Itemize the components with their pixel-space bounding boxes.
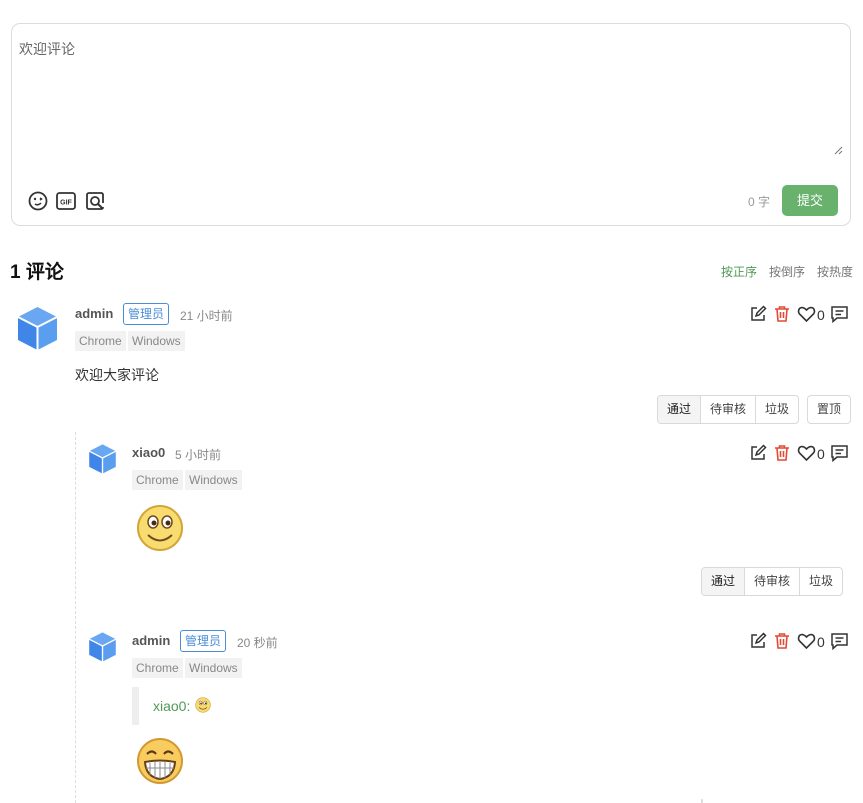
svg-text:GIF: GIF bbox=[60, 200, 72, 207]
like-icon[interactable] bbox=[797, 632, 816, 650]
like-count: 0 bbox=[817, 634, 825, 650]
comment-count-title: 1 评论 bbox=[10, 262, 64, 283]
search-image-icon[interactable] bbox=[84, 190, 106, 212]
gif-icon[interactable]: GIF bbox=[55, 190, 77, 212]
avatar bbox=[88, 632, 117, 662]
reply-icon[interactable] bbox=[830, 632, 849, 650]
comment-actions: 0 bbox=[749, 305, 849, 327]
approve-button[interactable]: 通过 bbox=[702, 568, 745, 595]
smile-emoji bbox=[195, 697, 211, 713]
edit-icon[interactable] bbox=[749, 444, 767, 462]
admin-badge: 管理员 bbox=[123, 303, 170, 325]
word-count: 0 字 bbox=[748, 195, 771, 209]
reply-author[interactable]: admin bbox=[132, 633, 170, 648]
moderation-button-group bbox=[701, 799, 703, 803]
comment-textarea[interactable]: 欢迎评论 bbox=[19, 39, 75, 59]
comment-time: 21 小时前 bbox=[180, 309, 233, 323]
quote-author[interactable]: xiao0: bbox=[153, 698, 190, 714]
avatar bbox=[88, 444, 117, 474]
admin-badge: 管理员 bbox=[180, 630, 227, 652]
sort-descending-button[interactable]: 按倒序 bbox=[769, 263, 805, 280]
browser-tag: Chrome bbox=[132, 658, 183, 678]
comment-content: 欢迎大家评论 bbox=[75, 367, 159, 383]
reply-actions: 0 bbox=[749, 444, 849, 466]
pending-button[interactable]: 待审核 bbox=[700, 396, 755, 423]
thread-line bbox=[75, 432, 76, 803]
approve-button[interactable]: 通过 bbox=[658, 396, 701, 423]
reply-icon[interactable] bbox=[830, 444, 849, 462]
comment-author[interactable]: admin bbox=[75, 306, 113, 321]
emoji-icon[interactable] bbox=[27, 190, 49, 212]
moderation-button-group: 通过 待审核 垃圾 bbox=[701, 567, 844, 596]
sort-ascending-button[interactable]: 按正序 bbox=[721, 263, 757, 280]
delete-icon[interactable] bbox=[773, 305, 791, 323]
like-icon[interactable] bbox=[797, 444, 816, 462]
grin-emoji bbox=[137, 738, 183, 784]
resize-handle-icon[interactable] bbox=[834, 146, 843, 155]
pin-button[interactable]: 置顶 bbox=[807, 395, 852, 424]
os-tag: Windows bbox=[185, 470, 242, 490]
comment-editor[interactable]: 欢迎评论 GIF 0 字 提交 bbox=[11, 23, 851, 226]
reply-time: 20 秒前 bbox=[237, 636, 278, 650]
avatar bbox=[17, 307, 58, 350]
pending-button[interactable]: 待审核 bbox=[744, 568, 799, 595]
os-tag: Windows bbox=[185, 658, 242, 678]
like-count: 0 bbox=[817, 307, 825, 323]
delete-icon[interactable] bbox=[773, 444, 791, 462]
reply-actions: 0 bbox=[749, 632, 849, 654]
browser-tag: Chrome bbox=[75, 331, 126, 351]
spam-button[interactable]: 垃圾 bbox=[755, 396, 798, 423]
browser-tag: Chrome bbox=[132, 470, 183, 490]
like-icon[interactable] bbox=[797, 305, 816, 323]
reply-icon[interactable] bbox=[830, 305, 849, 323]
spam-button[interactable]: 垃圾 bbox=[799, 568, 842, 595]
edit-icon[interactable] bbox=[749, 305, 767, 323]
moderation-button-group: 通过 待审核 垃圾 bbox=[657, 395, 800, 424]
delete-icon[interactable] bbox=[773, 632, 791, 650]
smile-emoji bbox=[137, 505, 183, 551]
os-tag: Windows bbox=[128, 331, 185, 351]
reply-time: 5 小时前 bbox=[175, 448, 222, 462]
like-count: 0 bbox=[817, 446, 825, 462]
edit-icon[interactable] bbox=[749, 632, 767, 650]
submit-button[interactable]: 提交 bbox=[782, 185, 838, 216]
sort-hot-button[interactable]: 按热度 bbox=[817, 263, 853, 280]
reply-author[interactable]: xiao0 bbox=[132, 445, 165, 460]
